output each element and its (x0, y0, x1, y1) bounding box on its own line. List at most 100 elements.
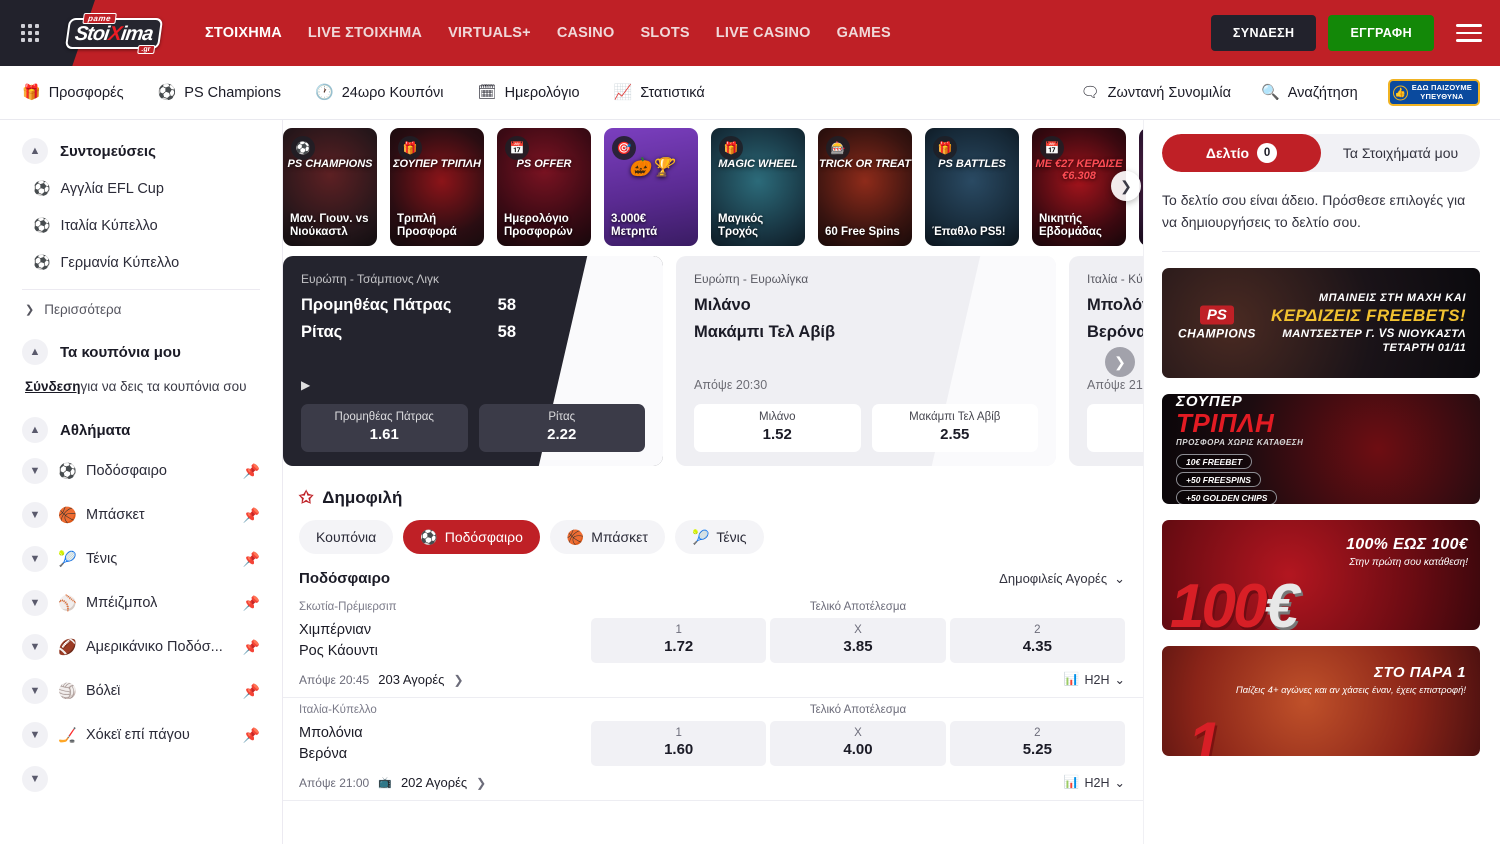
promo-card[interactable]: 🎰 TRICK OR TREAT 60 Free Spins (818, 128, 912, 246)
odds-button[interactable]: 1 1.72 (591, 618, 766, 663)
odds-button[interactable]: Ρίτας 2.22 (479, 404, 646, 452)
chevron-down-icon[interactable]: ▼ (22, 458, 48, 484)
live-stream-icon[interactable]: ▶ (301, 378, 645, 392)
tab-tennis[interactable]: 🎾 Τένις (675, 520, 764, 554)
my-coupons-section-header[interactable]: ▲ Τα κουπόνια μου (22, 339, 260, 365)
tab-betslip[interactable]: Δελτίο 0 (1162, 134, 1321, 172)
sidebar-item-tennis[interactable]: ▼ 🎾 Τένις 📌 (22, 537, 260, 581)
subnav-statistics[interactable]: 📈 Στατιστικά (614, 85, 705, 101)
tab-football[interactable]: ⚽ Ποδόσφαιρο (403, 520, 540, 554)
pin-icon[interactable]: 📌 (243, 595, 260, 612)
pin-icon[interactable]: 📌 (243, 463, 260, 480)
event-info[interactable]: Σκωτία-Πρέμιερσιπ Χιμπέρνιαν Ρος Κάουντι (299, 601, 591, 663)
pin-icon[interactable]: 📌 (243, 727, 260, 744)
featured-match-card[interactable]: Ευρώπη - Ευρωλίγκα Μιλάνο Μακάμπι Τελ Αβ… (676, 256, 1056, 466)
subnav-offers[interactable]: 🎁 Προσφορές (22, 85, 124, 101)
chevron-down-icon[interactable]: ▼ (22, 766, 48, 792)
sports-section-header[interactable]: ▲ Αθλήματα (22, 417, 260, 443)
tab-mybets[interactable]: Τα Στοιχήματά μου (1321, 134, 1480, 172)
nav-slots[interactable]: SLOTS (640, 21, 689, 45)
more-label: Περισσότερα (44, 302, 121, 317)
shortcuts-more-button[interactable]: ❯ Περισσότερα (22, 292, 260, 327)
h2h-button[interactable]: 📊 H2H ⌄ (1064, 672, 1125, 687)
odds-button[interactable]: X 4.00 (770, 721, 945, 766)
odds-button[interactable]: 1 1.60 (591, 721, 766, 766)
promo-card[interactable]: 🎁 MAGIC WHEEL Μαγικός Τροχός (711, 128, 805, 246)
sidebar-login-link[interactable]: Σύνδεση (25, 379, 81, 394)
nav-stoixima[interactable]: ΣΤΟΙΧΗΜΑ (205, 21, 282, 45)
promo-card[interactable]: ⚽ PS CHAMPIONS Μαν. Γιουν. vs Νιούκαστλ (283, 128, 377, 246)
featured-match-card[interactable]: Ευρώπη - Τσάμπιονς Λιγκ Προμηθέας Πάτρας… (283, 256, 663, 466)
subnav-ps-champions[interactable]: ⚽ PS Champions (158, 85, 281, 101)
banner-line2: ΤΡΙΠΛΗ (1176, 410, 1303, 436)
chevron-down-icon[interactable]: ▼ (22, 502, 48, 528)
chevron-right-icon[interactable]: ❯ (476, 776, 486, 790)
nav-games[interactable]: GAMES (837, 21, 891, 45)
chevron-down-icon: ⌄ (1114, 571, 1125, 587)
sidebar-item-partial[interactable]: ▼ (22, 757, 260, 801)
subnav-calendar[interactable]: 🗓 Ημερολόγιο (478, 85, 580, 101)
promo-banner-ps-champions[interactable]: PS CHAMPIONS ΜΠΑΙΝΕΙΣ ΣΤΗ ΜΑΧΗ ΚΑΙ ΚΕΡΔΙ… (1162, 268, 1480, 378)
odds-button[interactable]: Μακάμπι Τελ Αβίβ 2.55 (872, 404, 1039, 452)
market-selector[interactable]: Δημοφιλείς Αγορές ⌄ (999, 571, 1125, 587)
sidebar-item-germany-cup[interactable]: ⚽ Γερμανία Κύπελλο (22, 244, 260, 281)
event-markets-count[interactable]: 203 Αγορές (378, 672, 444, 687)
sidebar-item-italy-cup[interactable]: ⚽ Ιταλία Κύπελλο (22, 207, 260, 244)
live-chat-button[interactable]: 🗨 Ζωντανή Συνομιλία (1081, 85, 1231, 101)
site-logo[interactable]: pame StoiXima .gr (61, 11, 167, 55)
odds-button[interactable]: 2 4.35 (950, 618, 1125, 663)
hamburger-menu-icon[interactable] (1456, 19, 1482, 47)
odds-button[interactable]: 1 1.6 (1087, 404, 1143, 452)
odds-button[interactable]: Προμηθέας Πάτρας 1.61 (301, 404, 468, 452)
chevron-down-icon[interactable]: ▼ (22, 546, 48, 572)
promo-card[interactable]: 🎁 ΣΟΥΠΕΡ ΤΡΙΠΛΗ Τριπλή Προσφορά (390, 128, 484, 246)
featured-carousel-next-button[interactable]: ❯ (1105, 347, 1135, 377)
sidebar-item-baseball[interactable]: ▼ ⚾ Μπέιζμπολ 📌 (22, 581, 260, 625)
chevron-down-icon[interactable]: ▼ (22, 678, 48, 704)
odds-button[interactable]: 2 5.25 (950, 721, 1125, 766)
sidebar-item-ice-hockey[interactable]: ▼ 🏒 Χόκεϊ επί πάγου 📌 (22, 713, 260, 757)
soccer-ball-icon: ⚽ (158, 85, 177, 100)
chevron-down-icon[interactable]: ▼ (22, 634, 48, 660)
odds-button[interactable]: X 3.85 (770, 618, 945, 663)
chevron-down-icon[interactable]: ▼ (22, 722, 48, 748)
responsible-gaming-badge[interactable]: 👍 ΕΔΩ ΠΑΙΖΟΥΜΕ ΥΠΕΥΘΥΝΑ (1388, 79, 1480, 106)
pin-icon[interactable]: 📌 (243, 683, 260, 700)
promo-card[interactable]: 🎯 🎃🏆 3.000€ Μετρητά (604, 128, 698, 246)
register-button[interactable]: ΕΓΓΡΑΦΗ (1328, 15, 1434, 51)
nav-live-casino[interactable]: LIVE CASINO (716, 21, 811, 45)
promo-banner-welcome-bonus[interactable]: 100% ΕΩΣ 100€ Στην πρώτη σου κατάθεση! 1… (1162, 520, 1480, 630)
odds-button[interactable]: Μιλάνο 1.52 (694, 404, 861, 452)
tab-basketball[interactable]: 🏀 Μπάσκετ (550, 520, 665, 554)
promo-carousel-next-button[interactable]: ❯ (1111, 171, 1141, 201)
promo-card[interactable]: 🎁 PS BATTLES Έπαθλο PS5! (925, 128, 1019, 246)
sidebar-item-efl-cup[interactable]: ⚽ Αγγλία EFL Cup (22, 170, 260, 207)
event-league: Ιταλία-Κύπελλο (299, 704, 591, 716)
nav-virtuals[interactable]: VIRTUALS+ (448, 21, 531, 45)
chevron-down-icon[interactable]: ▼ (22, 590, 48, 616)
sidebar-item-volleyball[interactable]: ▼ 🏐 Βόλεϊ 📌 (22, 669, 260, 713)
sidebar-item-american-football[interactable]: ▼ 🏈 Αμερικάνικο Ποδόσ... 📌 (22, 625, 260, 669)
tv-icon[interactable]: 📺 (378, 776, 392, 789)
header-actions: ΣΥΝΔΕΣΗ ΕΓΓΡΑΦΗ (1211, 15, 1482, 51)
sidebar-item-football[interactable]: ▼ ⚽ Ποδόσφαιρο 📌 (22, 449, 260, 493)
nav-casino[interactable]: CASINO (557, 21, 615, 45)
pin-icon[interactable]: 📌 (243, 639, 260, 656)
search-button[interactable]: 🔍 Αναζήτηση (1261, 85, 1358, 101)
shortcuts-section-header[interactable]: ▲ Συντομεύσεις (22, 138, 260, 164)
subnav-24h-coupon[interactable]: 🕐 24ωρο Κουπόνι (315, 85, 444, 101)
pin-icon[interactable]: 📌 (243, 507, 260, 524)
promo-banner-super-tripli[interactable]: ΣΟΥΠΕΡ ΤΡΙΠΛΗ ΠΡΟΣΦΟΡΑ ΧΩΡΙΣ ΚΑΤΑΘΕΣΗ 10… (1162, 394, 1480, 504)
login-button[interactable]: ΣΥΝΔΕΣΗ (1211, 15, 1317, 51)
promo-banner-sto-para-1[interactable]: 1 ΣΤΟ ΠΑΡΑ 1 Παίζεις 4+ αγώνες και αν χά… (1162, 646, 1480, 756)
tab-coupons[interactable]: Κουπόνια (299, 520, 393, 554)
promo-card[interactable]: 📅 PS OFFER Ημερολόγιο Προσφορών (497, 128, 591, 246)
nav-live-stoixima[interactable]: LIVE ΣΤΟΙΧΗΜΑ (308, 21, 422, 45)
pin-icon[interactable]: 📌 (243, 551, 260, 568)
chevron-right-icon[interactable]: ❯ (453, 673, 463, 687)
event-info[interactable]: Ιταλία-Κύπελλο Μπολόνια Βερόνα (299, 704, 591, 766)
event-markets-count[interactable]: 202 Αγορές (401, 775, 467, 790)
apps-grid-icon[interactable] (21, 24, 43, 42)
h2h-button[interactable]: 📊 H2H ⌄ (1064, 775, 1125, 790)
sidebar-item-basketball[interactable]: ▼ 🏀 Μπάσκετ 📌 (22, 493, 260, 537)
